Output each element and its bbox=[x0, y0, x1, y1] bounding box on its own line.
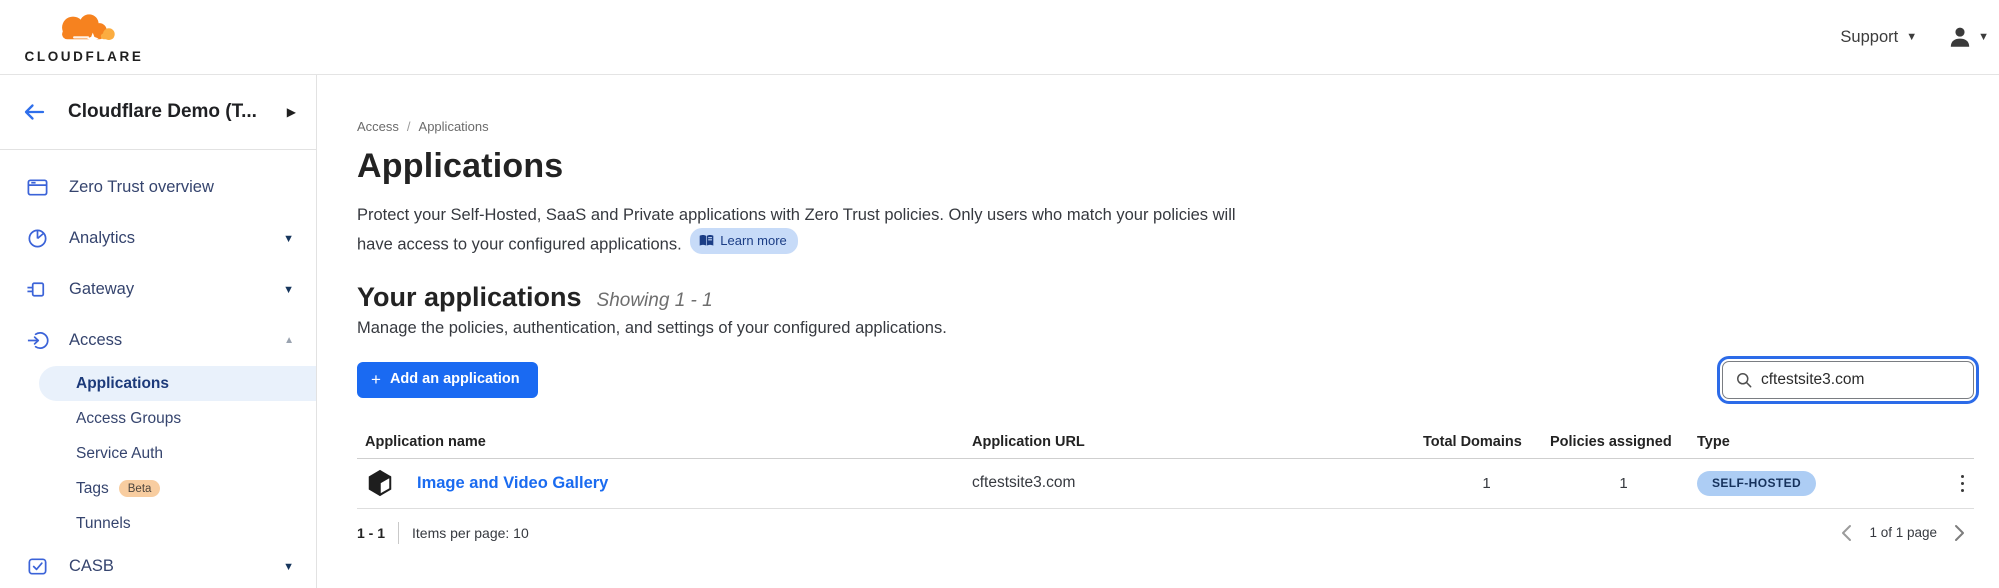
access-submenu: Applications Access Groups Service Auth … bbox=[0, 366, 316, 541]
learn-more-label: Learn more bbox=[720, 231, 786, 251]
search-box bbox=[1722, 361, 1974, 399]
sidebar-item-tunnels[interactable]: Tunnels bbox=[0, 506, 316, 541]
sidebar-item-label: Access Groups bbox=[76, 410, 181, 428]
sidebar-item-gateway[interactable]: Gateway ▼ bbox=[0, 264, 316, 315]
row-actions-kebab-menu[interactable] bbox=[1951, 469, 1975, 499]
chevron-down-icon: ▼ bbox=[1978, 31, 1989, 43]
sidebar-item-access-groups[interactable]: Access Groups bbox=[0, 401, 316, 436]
application-name-link[interactable]: Image and Video Gallery bbox=[417, 474, 608, 493]
casb-check-icon bbox=[26, 555, 49, 578]
sidebar-item-label: CASB bbox=[69, 557, 114, 576]
search-icon bbox=[1734, 370, 1754, 390]
sidebar-item-label: Access bbox=[69, 331, 122, 350]
page-shell: Cloudflare Demo (T... ▶ Zero Trust overv… bbox=[0, 75, 1999, 588]
add-application-button[interactable]: + Add an application bbox=[357, 362, 538, 398]
learn-more-link[interactable]: Learn more bbox=[690, 228, 797, 255]
chevron-right-icon: ▶ bbox=[287, 105, 296, 119]
sidebar-item-label: Analytics bbox=[69, 229, 135, 248]
sidebar-item-analytics[interactable]: Analytics ▼ bbox=[0, 213, 316, 264]
applications-toolbar: + Add an application bbox=[357, 361, 1974, 399]
divider bbox=[398, 522, 399, 544]
sidebar: Cloudflare Demo (T... ▶ Zero Trust overv… bbox=[0, 75, 317, 588]
topbar-actions: Support ▼ ▼ bbox=[1840, 24, 1981, 50]
account-name: Cloudflare Demo (T... bbox=[68, 101, 287, 123]
back-arrow-icon[interactable] bbox=[22, 102, 46, 122]
app-cube-icon bbox=[365, 468, 395, 498]
table-row: Image and Video Gallery cftestsite3.com … bbox=[357, 459, 1974, 509]
support-menu[interactable]: Support ▼ bbox=[1840, 28, 1917, 47]
section-title: Your applications bbox=[357, 282, 582, 313]
section-header: Your applications Showing 1 - 1 bbox=[357, 282, 1974, 313]
type-badge: SELF-HOSTED bbox=[1697, 471, 1816, 496]
user-account-menu[interactable]: ▼ bbox=[1947, 24, 1989, 50]
breadcrumb-applications[interactable]: Applications bbox=[419, 119, 489, 134]
overview-window-icon bbox=[26, 176, 49, 199]
column-header-total-domains: Total Domains bbox=[1423, 434, 1550, 450]
breadcrumb-separator: / bbox=[407, 119, 411, 134]
sidebar-item-applications[interactable]: Applications bbox=[39, 366, 316, 401]
column-header-type: Type bbox=[1697, 434, 1926, 450]
plus-icon: + bbox=[371, 371, 381, 388]
sidebar-item-label: Service Auth bbox=[76, 445, 163, 463]
column-header-application-name: Application name bbox=[357, 434, 967, 450]
top-bar: CLOUDFLARE Support ▼ ▼ bbox=[0, 0, 1999, 75]
access-login-icon bbox=[26, 329, 49, 352]
table-header-row: Application name Application URL Total D… bbox=[357, 427, 1974, 459]
policies-assigned-value: 1 bbox=[1550, 475, 1697, 492]
chevron-down-icon: ▼ bbox=[1906, 31, 1917, 43]
total-domains-value: 1 bbox=[1423, 475, 1550, 492]
beta-badge: Beta bbox=[119, 480, 161, 497]
chevron-down-icon: ▼ bbox=[283, 284, 294, 296]
application-url: cftestsite3.com bbox=[967, 474, 1423, 492]
pagination-bar: 1 - 1 Items per page: 10 1 of 1 page bbox=[357, 522, 1974, 544]
sidebar-item-label: Zero Trust overview bbox=[69, 178, 214, 197]
sidebar-item-zero-trust-overview[interactable]: Zero Trust overview bbox=[0, 162, 316, 213]
gateway-icon bbox=[26, 278, 49, 301]
person-icon bbox=[1947, 24, 1973, 50]
chevron-down-icon: ▼ bbox=[283, 561, 294, 573]
items-per-page: Items per page: 10 bbox=[412, 525, 529, 541]
cloudflare-zero-trust-dashboard: CLOUDFLARE Support ▼ ▼ Cloudfla bbox=[0, 0, 1999, 588]
column-header-application-url: Application URL bbox=[967, 434, 1423, 450]
pagination-left: 1 - 1 Items per page: 10 bbox=[357, 522, 529, 544]
cloudflare-cloud-icon bbox=[51, 10, 117, 48]
page-indicator: 1 of 1 page bbox=[1869, 525, 1937, 540]
sidebar-item-label: Tunnels bbox=[76, 515, 131, 533]
sidebar-item-service-auth[interactable]: Service Auth bbox=[0, 436, 316, 471]
search-input[interactable] bbox=[1722, 361, 1974, 399]
cloudflare-logo[interactable]: CLOUDFLARE bbox=[16, 10, 152, 64]
add-application-label: Add an application bbox=[390, 371, 520, 387]
main-content: Access / Applications Applications Prote… bbox=[317, 75, 1999, 588]
sidebar-nav: Zero Trust overview Analytics ▼ Gateway … bbox=[0, 150, 316, 588]
column-header-policies-assigned: Policies assigned bbox=[1550, 434, 1697, 450]
section-subtitle: Manage the policies, authentication, and… bbox=[357, 319, 1974, 338]
account-selector[interactable]: Cloudflare Demo (T... ▶ bbox=[0, 75, 316, 150]
sidebar-item-label: Applications bbox=[76, 375, 169, 393]
previous-page-chevron-icon[interactable] bbox=[1840, 524, 1853, 542]
book-icon bbox=[699, 234, 714, 247]
sidebar-item-label: Tags bbox=[76, 480, 109, 498]
chevron-down-icon: ▼ bbox=[283, 233, 294, 245]
sidebar-item-access[interactable]: Access ▲ bbox=[0, 315, 316, 366]
breadcrumb: Access / Applications bbox=[357, 119, 1974, 134]
chevron-up-icon: ▲ bbox=[284, 335, 294, 346]
sidebar-item-casb[interactable]: CASB ▼ bbox=[0, 541, 316, 588]
applications-table: Application name Application URL Total D… bbox=[357, 427, 1974, 509]
next-page-chevron-icon[interactable] bbox=[1953, 524, 1966, 542]
sidebar-item-tags[interactable]: Tags Beta bbox=[0, 471, 316, 506]
page-title: Applications bbox=[357, 147, 1974, 186]
sidebar-item-label: Gateway bbox=[69, 280, 134, 299]
support-label: Support bbox=[1840, 28, 1898, 47]
cloudflare-wordmark: CLOUDFLARE bbox=[25, 49, 144, 64]
breadcrumb-access[interactable]: Access bbox=[357, 119, 399, 134]
showing-count: Showing 1 - 1 bbox=[597, 290, 713, 312]
pagination-right: 1 of 1 page bbox=[1840, 524, 1974, 542]
pie-chart-icon bbox=[26, 227, 49, 250]
page-description: Protect your Self-Hosted, SaaS and Priva… bbox=[357, 203, 1249, 257]
pagination-range: 1 - 1 bbox=[357, 525, 385, 541]
